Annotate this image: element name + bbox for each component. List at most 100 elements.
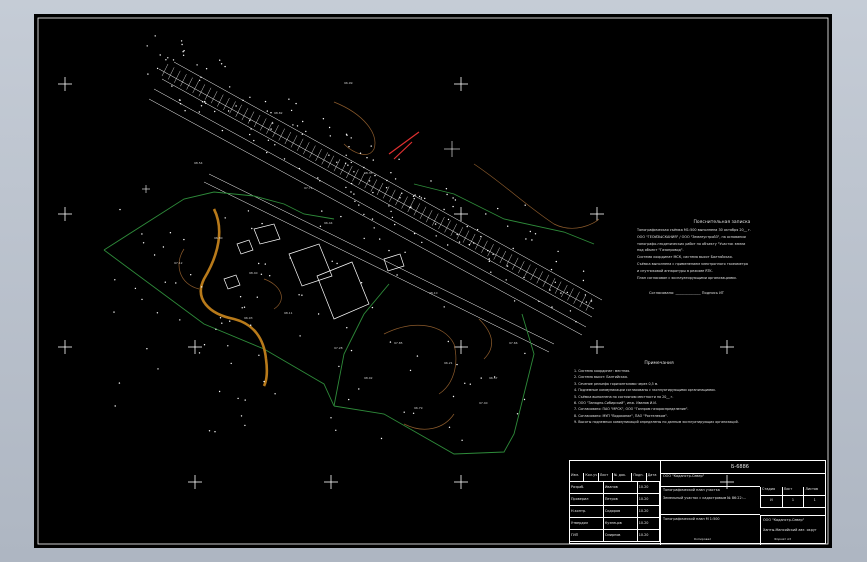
signature-role: ГИП	[570, 530, 604, 541]
stage-value: И	[761, 495, 783, 507]
drawing-sheet[interactable]: 98.82 96.99 98.54 97.71 98.35 98.40 98.11 97.85…	[34, 14, 832, 548]
format-label: Формат А3	[774, 537, 792, 541]
grid-cross	[720, 340, 734, 354]
notes-line: топографо-геодезических работ по объекту…	[637, 241, 746, 246]
col-kol: Кол.уч	[584, 473, 599, 481]
legend-line: 9. Высоты подземных коммуникаций определ…	[574, 420, 739, 425]
elevation-label: 96.21	[444, 361, 453, 365]
field-crosses	[142, 141, 460, 193]
org-cell: ООО "Каданстр-Север" Ханты-Мансийский ав…	[760, 515, 825, 545]
elevation-label: 96.99	[344, 81, 353, 85]
building	[236, 239, 254, 255]
grid-cross	[58, 77, 72, 91]
elevation-label: 98.35	[364, 171, 373, 175]
plot-boundary	[103, 183, 595, 455]
notes-title: Пояснительная записка	[693, 220, 751, 225]
grid-cross	[324, 475, 338, 489]
notes-line: Топографическая съёмка М1:500 выполнена …	[637, 228, 751, 232]
elevation-label: 98.02	[364, 376, 373, 380]
elevation-label: 98.40	[249, 271, 258, 275]
legend-lines: 1. Система координат: местная. 2. Система…	[574, 368, 824, 426]
org-name: ООО "Каданстр-Север"	[763, 518, 805, 522]
revision-table: Изм. Кол.уч Лист № док. Подп. Дата Разра…	[570, 473, 660, 545]
stage-label: Стадия	[761, 487, 783, 495]
grid-cross	[590, 207, 604, 221]
signature-row: Разраб. Иванов 10.20	[570, 482, 660, 494]
sheets-value: 1	[813, 498, 816, 502]
grid-cross	[454, 77, 468, 91]
signature-name: Иванов	[604, 482, 638, 493]
company-cell: ООО "Каданстр-Север"	[660, 473, 760, 487]
notes-line: Система координат МСК, система высот Бал…	[637, 255, 733, 260]
signature-row: Проверил Петров 10.20	[570, 494, 660, 506]
signature-line: Согласовано: ______________ Подпись ИТ	[649, 291, 724, 296]
grid-cross	[58, 340, 72, 354]
elevation-label: 96.80	[214, 236, 223, 240]
signature-row: ГИП Смирнов 10.20	[570, 530, 660, 542]
elevation-label: 98.11	[284, 311, 293, 315]
notes-lines: Топографическая съёмка М1:500 выполнена …	[637, 227, 807, 281]
elevation-label: 97.28	[334, 346, 343, 350]
cad-viewport[interactable]: 98.82 96.99 98.54 97.71 98.35 98.40 98.11 97.85…	[0, 0, 867, 562]
sheets-label: Листов	[805, 487, 819, 491]
sheet-number: Б-6886	[731, 464, 749, 470]
grid-cross	[188, 475, 202, 489]
elevation-labels: 98.82 96.99 98.54 97.71 98.35 98.40 98.11 97.85…	[174, 81, 518, 410]
plan-name: Топографический план М 1:500	[663, 517, 720, 521]
elevation-label: 97.12	[174, 261, 183, 265]
sheet-value: 1	[783, 495, 805, 507]
elevation-label: 97.40	[479, 401, 488, 405]
survey-points	[113, 35, 593, 441]
notes-line: ООО "ГЕОИЗЫСКАНИЯ" / ООО "ЗемлеустройЗ",…	[637, 234, 746, 239]
col-date: Дата	[647, 473, 657, 477]
object-cell: Топографический план участка Земельный у…	[660, 487, 760, 515]
elevation-label: 97.85	[394, 341, 403, 345]
signature-row: Утвердил Кузнецов 10.20	[570, 518, 660, 530]
elevation-label: 96.57	[489, 376, 498, 380]
elevation-label: 97.66	[509, 341, 518, 345]
grid-cross	[454, 340, 468, 354]
signature-date: 10.20	[638, 530, 660, 541]
stage-value-row: И 1 1	[760, 495, 825, 508]
grid-cross	[590, 340, 604, 354]
elevation-label: 98.82	[274, 111, 283, 115]
col-izm: Изм.	[570, 473, 585, 481]
grid-cross	[188, 340, 202, 354]
elevation-label: 96.79	[414, 406, 423, 410]
signature-role: Проверил	[570, 494, 604, 505]
signature-date: 10.20	[638, 494, 660, 505]
notes-line: под объект "Газопровод".	[637, 248, 684, 253]
signature-name: Сидоров	[604, 506, 638, 517]
signature-date: 10.20	[638, 506, 660, 517]
col-doc: № док.	[613, 473, 633, 481]
signature-name: Петров	[604, 494, 638, 505]
object-desc: Земельный участок с кадастровым № 86:22:…	[663, 496, 746, 500]
rail-ties	[161, 63, 593, 311]
signature-role: Н.контр.	[570, 506, 604, 517]
sheet-label: Лист	[783, 487, 805, 495]
building	[253, 223, 281, 245]
elevation-label: 97.71	[304, 186, 313, 190]
elevation-label: 98.10	[429, 291, 438, 295]
signature-role: Разраб.	[570, 482, 604, 493]
signature-date: 10.20	[638, 482, 660, 493]
legend-block: Примечания 1. Система координат: местная…	[574, 361, 824, 461]
copied-label: Копировал	[694, 537, 712, 541]
building	[223, 274, 241, 290]
col-list: Лист	[599, 473, 614, 481]
elevation-label: 96.93	[244, 316, 253, 320]
notes-line: и спутниковой аппаратуры в режиме RTK.	[637, 268, 713, 273]
signature-rows: Разраб. Иванов 10.20 Проверил Петров 10.20 Н.к…	[570, 482, 660, 542]
signature-row: Н.контр. Сидоров 10.20	[570, 506, 660, 518]
signature-role: Утвердил	[570, 518, 604, 529]
company-name: ООО "Каданстр-Север"	[663, 474, 705, 478]
elevation-label: 96.44	[324, 221, 333, 225]
notes-line: Съёмка выполнена с применением электронн…	[637, 261, 748, 266]
col-sign: Подп.	[632, 473, 647, 481]
building	[288, 243, 333, 287]
signature-name: Смирнов	[604, 530, 638, 541]
grid-cross	[58, 207, 72, 221]
grid-cross	[454, 475, 468, 489]
title-block: Б-6886 Изм. Кол.уч Лист № док. Подп. Дат…	[569, 460, 826, 545]
legend-title: Примечания	[644, 361, 674, 366]
